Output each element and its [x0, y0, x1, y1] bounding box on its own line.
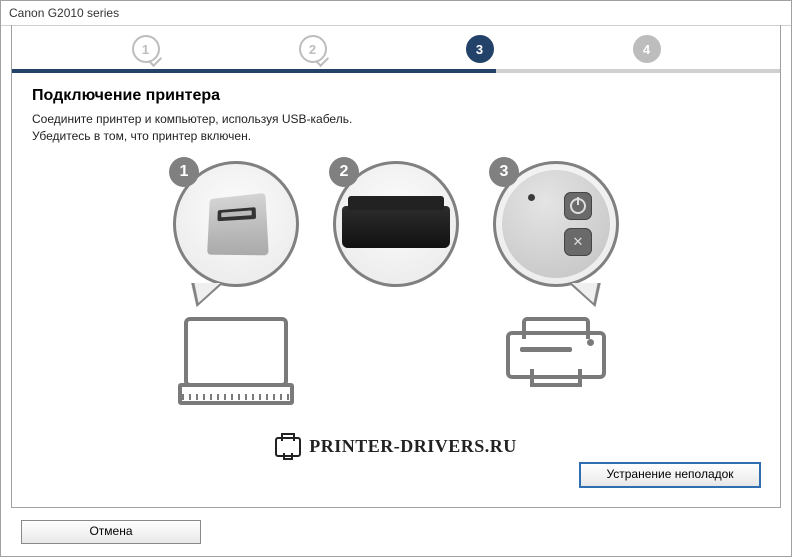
illus-power-column: 3 ✕ — [476, 161, 636, 383]
illus-usb-column: 1 — [156, 161, 316, 387]
desc-line-2: Убедитесь в том, что принтер включен. — [32, 129, 251, 143]
main-panel: 1 2 3 4 Подключение принтера Соедините п… — [11, 25, 781, 508]
footer: Отмена — [11, 508, 781, 556]
body-area: Подключение принтера Соедините принтер и… — [12, 73, 780, 507]
step-indicator: 1 2 3 4 — [12, 25, 780, 69]
installer-window: Canon G2010 series 1 2 3 4 Подключение п… — [0, 0, 792, 557]
watermark-text: PRINTER-DRIVERS.RU — [309, 436, 517, 457]
watermark-printer-icon — [275, 437, 301, 457]
progress-fill — [12, 69, 496, 73]
desc-line-1: Соедините принтер и компьютер, используя… — [32, 112, 352, 126]
badge-3: 3 — [489, 157, 519, 187]
illus-printer-column: 2 — [316, 161, 476, 407]
watermark: PRINTER-DRIVERS.RU — [32, 436, 760, 457]
power-button-icon — [564, 192, 592, 220]
stop-button-icon: ✕ — [564, 228, 592, 256]
badge-1: 1 — [169, 157, 199, 187]
progress-bar — [12, 69, 780, 73]
troubleshoot-button[interactable]: Устранение неполадок — [580, 463, 760, 487]
step-1: 1 — [132, 35, 160, 63]
step-3: 3 — [466, 35, 494, 63]
printer-icon — [506, 317, 606, 383]
content-area: 1 2 3 4 Подключение принтера Соедините п… — [1, 26, 791, 556]
page-title: Подключение принтера — [32, 87, 760, 105]
window-title: Canon G2010 series — [9, 6, 119, 20]
badge-2: 2 — [329, 157, 359, 187]
title-bar: Canon G2010 series — [1, 1, 791, 26]
step-2: 2 — [299, 35, 327, 63]
status-led-icon — [528, 194, 535, 201]
step-4: 4 — [633, 35, 661, 63]
cancel-button[interactable]: Отмена — [21, 520, 201, 544]
page-description: Соедините принтер и компьютер, используя… — [32, 111, 760, 145]
laptop-icon — [184, 317, 288, 387]
illustration-row: 1 2 — [32, 161, 760, 438]
